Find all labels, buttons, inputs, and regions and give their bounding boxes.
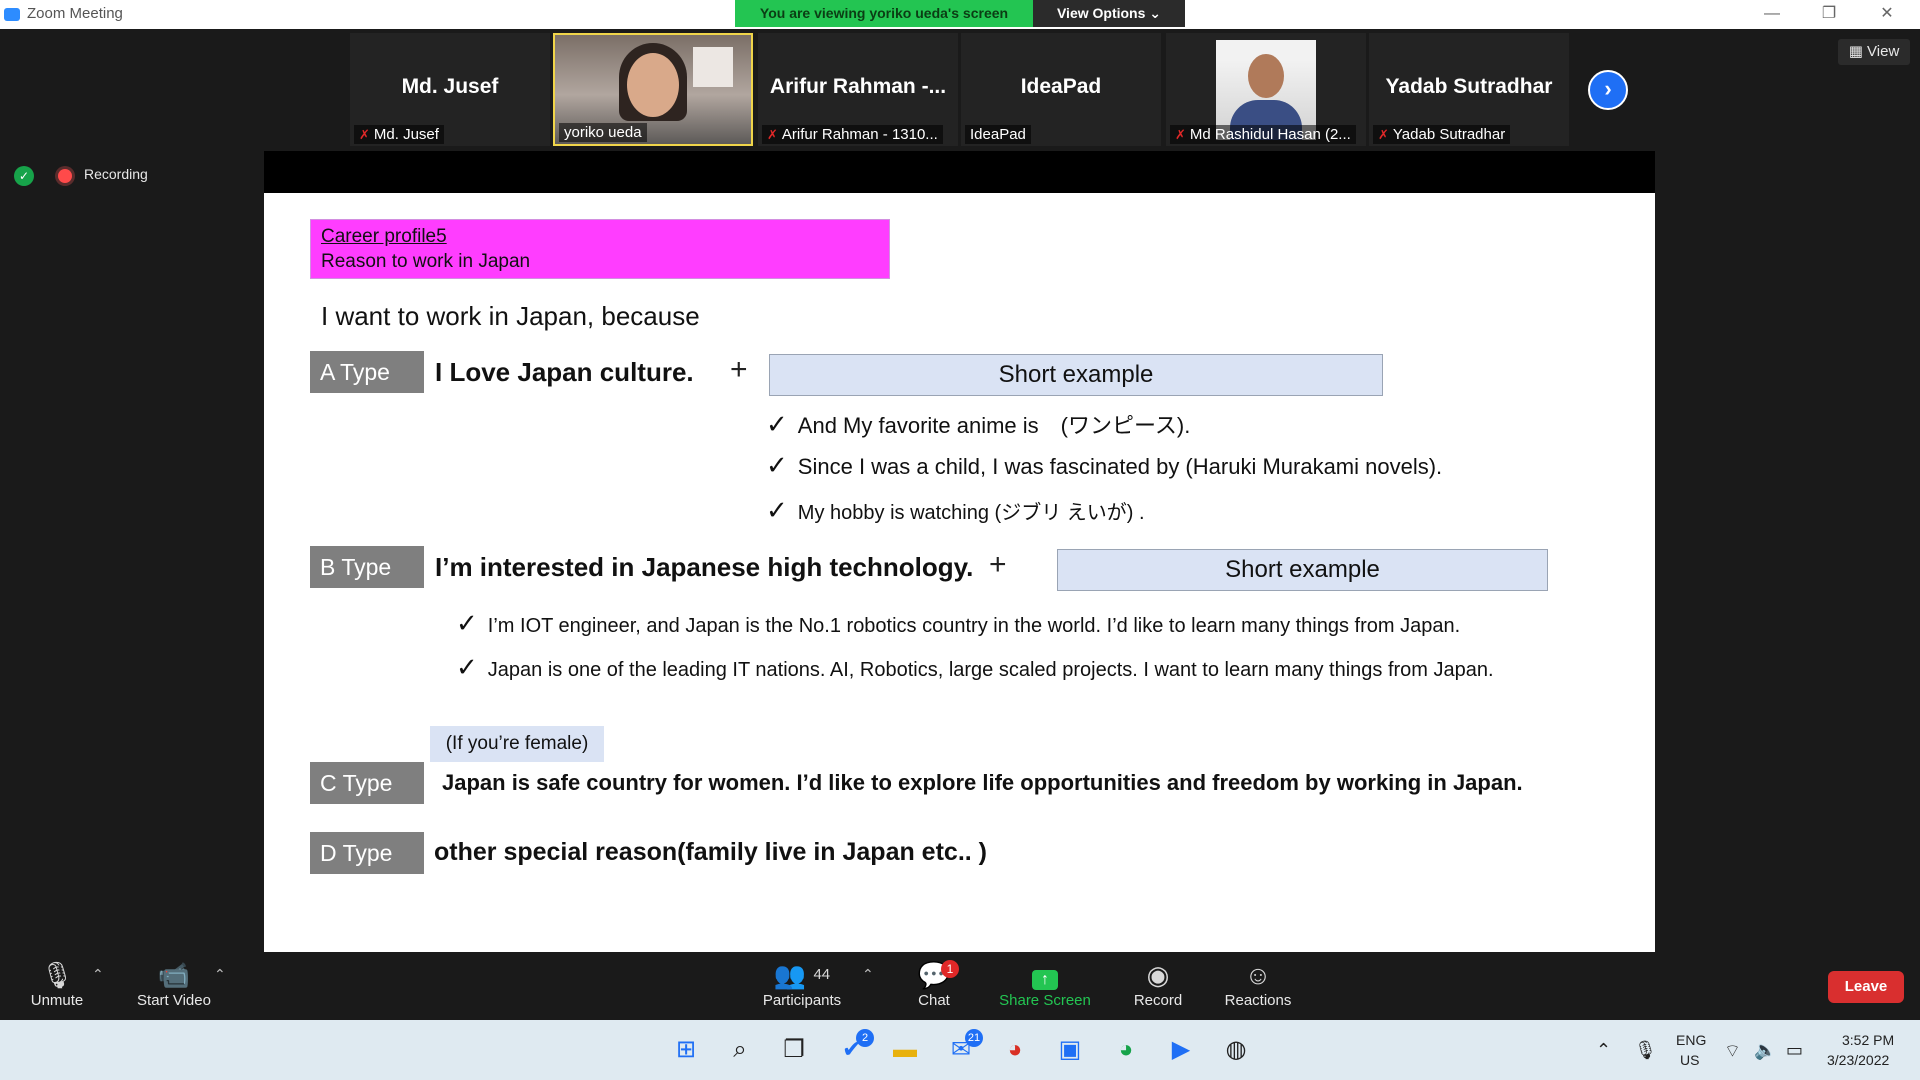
meeting-toolbar — [0, 952, 1920, 1020]
b-bullet: ✓ Japan is one of the leading IT nations.… — [456, 652, 1494, 682]
search-icon[interactable]: ⌕ — [720, 1031, 760, 1069]
task-view-icon[interactable]: ❐ — [774, 1031, 814, 1069]
close-button[interactable]: ✕ — [1867, 3, 1907, 25]
windows-start-icon[interactable]: ⊞ — [666, 1031, 706, 1069]
participant-label: ✗ Arifur Rahman - 1310... — [762, 125, 943, 144]
todo-icon[interactable]: ✔ 2 — [832, 1029, 874, 1069]
file-explorer-icon[interactable]: ▬ — [885, 1031, 925, 1069]
b-short-example-box: Short example — [1057, 549, 1548, 591]
chevron-up-icon[interactable]: ⌃ — [214, 966, 226, 983]
participant-tile-active-speaker[interactable]: yoriko ueda — [553, 33, 753, 146]
d-type-box: D Type — [310, 832, 424, 874]
shield-icon[interactable]: ✓ — [14, 166, 34, 186]
plus-sign: + — [989, 548, 1007, 581]
grid-view-icon: ▦ — [1848, 43, 1868, 60]
language-indicator[interactable]: ENG — [1676, 1032, 1706, 1048]
obs-icon[interactable]: ◍ — [1216, 1031, 1256, 1069]
participant-tile[interactable]: Arifur Rahman -... ✗ Arifur Rahman - 1310… — [758, 33, 958, 146]
participant-name: Md. Jusef — [401, 75, 499, 98]
chrome-icon[interactable]: ◕ — [995, 1031, 1035, 1069]
chat-unread-badge: 1 — [941, 960, 959, 978]
share-screen-button[interactable]: ↑ Share Screen — [995, 958, 1095, 1009]
female-note-box: (If you’re female) — [430, 726, 604, 762]
a-short-example-box: Short example — [769, 354, 1383, 396]
start-video-button[interactable]: 📹 Start Video — [128, 958, 220, 1009]
slide-header-box: Career profile5 Reason to work in Japan — [310, 219, 890, 279]
video-off-icon: 📹 — [157, 960, 191, 990]
shared-screen-top-bar — [264, 151, 1655, 193]
mic-muted-icon: ✗ — [359, 127, 370, 142]
participant-name: Yadab Sutradhar — [1385, 75, 1553, 98]
participant-tile[interactable]: Md. Jusef ✗ Md. Jusef — [350, 33, 550, 146]
a-bullet: ✓ My hobby is watching (ジブリ えいが) . — [766, 495, 1145, 525]
a-type-box: A Type — [310, 351, 424, 393]
participant-label: yoriko ueda — [559, 123, 647, 142]
participant-name: IdeaPad — [1020, 75, 1102, 98]
volume-icon[interactable]: 🔈 — [1754, 1040, 1776, 1061]
participants-icon: 👥 44 — [773, 960, 831, 990]
chevron-up-icon[interactable]: ⌃ — [862, 966, 874, 983]
battery-icon[interactable]: ▭ — [1786, 1040, 1803, 1061]
reactions-icon: ☺ — [1244, 960, 1272, 990]
participant-tile[interactable]: IdeaPad IdeaPad — [961, 33, 1161, 146]
slide-header-link[interactable]: Career profile5 — [321, 226, 447, 248]
b-type-headline: I’m interested in Japanese high technolo… — [435, 552, 974, 582]
view-options-button[interactable]: View Options ⌄ — [1033, 0, 1185, 27]
participant-tile[interactable]: Yadab Sutradhar ✗ Yadab Sutradhar — [1369, 33, 1569, 146]
mic-muted-icon: ✗ — [1378, 127, 1389, 142]
store-icon[interactable]: ▣ — [1050, 1031, 1090, 1069]
a-type-headline: I Love Japan culture. — [435, 357, 694, 387]
view-button[interactable]: ▦ View — [1838, 39, 1910, 65]
d-type-headline: other special reason(family live in Japa… — [434, 838, 987, 866]
participant-tile[interactable]: ✗ Md Rashidul Hasan (2... — [1166, 33, 1366, 146]
wifi-icon[interactable]: ⌔ — [1724, 1040, 1741, 1063]
window-title: Zoom Meeting — [27, 5, 123, 22]
viewing-screen-banner: You are viewing yoriko ueda's screen — [735, 0, 1033, 27]
record-button[interactable]: ◉ Record — [1128, 958, 1188, 1009]
clock-time[interactable]: 3:52 PM — [1842, 1032, 1894, 1048]
b-type-box: B Type — [310, 546, 424, 588]
participant-label: ✗ Md Rashidul Hasan (2... — [1170, 125, 1356, 144]
zoom-taskbar-icon[interactable]: ▶ — [1161, 1031, 1201, 1069]
unmute-button[interactable]: 🎙 Unmute — [22, 958, 92, 1009]
participant-label: ✗ Yadab Sutradhar — [1373, 125, 1511, 144]
participant-name: Arifur Rahman -... — [769, 75, 947, 98]
mic-muted-icon: ✗ — [767, 127, 778, 142]
shared-slide: Career profile5 Reason to work in Japan … — [264, 193, 1655, 953]
plus-sign: + — [730, 353, 748, 386]
mail-icon[interactable]: ✉ 21 — [941, 1029, 983, 1069]
mic-muted-icon: 🎙 — [40, 960, 74, 990]
language-region[interactable]: US — [1680, 1052, 1699, 1068]
mic-muted-icon: ✗ — [1175, 127, 1186, 142]
zoom-app-icon — [4, 8, 20, 21]
b-bullet: ✓ I’m IOT engineer, and Japan is the No.1… — [456, 608, 1461, 638]
slide-intro: I want to work in Japan, because — [321, 301, 700, 331]
c-type-headline: Japan is safe country for women. I’d lik… — [442, 770, 1523, 795]
restore-button[interactable]: ❐ — [1809, 3, 1849, 25]
microphone-tray-icon[interactable]: 🎙 — [1634, 1040, 1657, 1061]
recording-label: Recording — [84, 166, 148, 182]
participant-label: ✗ Md. Jusef — [354, 125, 444, 144]
chevron-up-icon[interactable]: ⌃ — [1596, 1040, 1611, 1061]
participants-button[interactable]: 👥 44 Participants — [752, 958, 852, 1009]
chevron-right-icon[interactable]: › — [1588, 70, 1628, 110]
a-bullet: ✓ Since I was a child, I was fascinated b… — [766, 450, 1443, 480]
leave-button[interactable]: Leave — [1828, 971, 1904, 1003]
slide-header-subtitle: Reason to work in Japan — [321, 251, 531, 272]
participant-label: IdeaPad — [965, 125, 1031, 144]
record-icon: ◉ — [1146, 960, 1170, 990]
a-bullet: ✓ And My favorite anime is (ワンピース). — [766, 409, 1191, 439]
recording-dot-icon — [58, 169, 72, 183]
chrome-profile-icon[interactable]: ◕ — [1106, 1031, 1146, 1069]
minimize-button[interactable]: — — [1752, 3, 1792, 25]
reactions-button[interactable]: ☺ Reactions — [1222, 958, 1294, 1009]
c-type-box: C Type — [310, 762, 424, 804]
share-screen-icon: ↑ — [995, 958, 1095, 992]
chevron-up-icon[interactable]: ⌃ — [92, 966, 104, 983]
clock-date[interactable]: 3/23/2022 — [1827, 1052, 1889, 1068]
